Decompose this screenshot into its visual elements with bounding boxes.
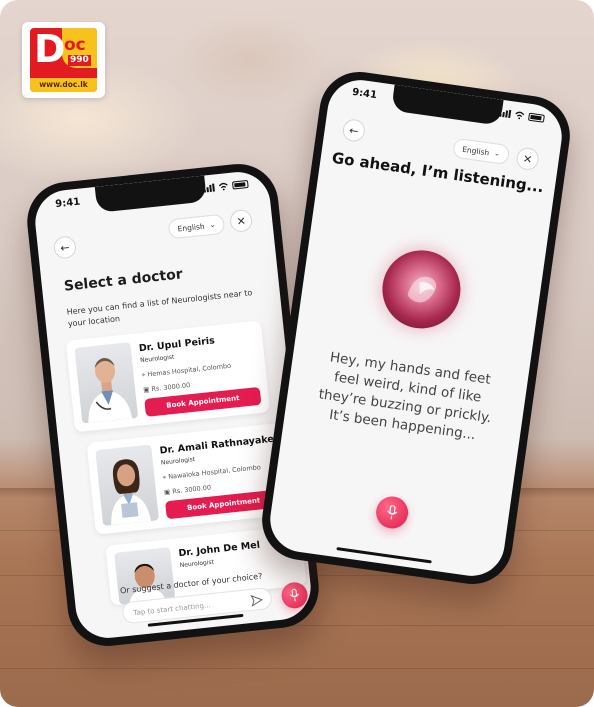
language-label: English <box>461 144 490 157</box>
status-icons <box>499 109 545 123</box>
doctor-name: Dr. Upul Peiris <box>138 335 216 355</box>
doctor-fee: ▣ Rs. 3000.00 <box>164 484 212 497</box>
doctor-photo <box>114 547 176 605</box>
doctor-fee: ▣ Rs. 3000.00 <box>143 381 191 394</box>
back-arrow-icon: ← <box>348 123 360 138</box>
chevron-down-icon: ⌄ <box>493 149 501 158</box>
mic-button[interactable] <box>280 581 309 610</box>
logo-url: www.doc.lk <box>30 78 97 92</box>
wifi-icon <box>515 111 525 120</box>
language-label: English <box>177 221 205 234</box>
battery-icon <box>527 112 545 123</box>
signal-icon <box>203 183 215 193</box>
signal-icon <box>499 109 512 119</box>
chat-placeholder: Tap to start chatting... <box>133 601 211 618</box>
left-phone-screen: 9:41 ← English ⌄ ✕ Select a doctor Here … <box>32 168 314 642</box>
status-time: 9:41 <box>54 196 81 211</box>
doctor-name: Dr. Amali Rathnayake <box>159 433 275 457</box>
voice-orb <box>377 245 466 334</box>
doctor-specialty: Neurologist <box>160 456 196 467</box>
battery-icon <box>231 179 249 190</box>
back-button[interactable]: ← <box>52 235 78 260</box>
mic-icon <box>387 505 398 520</box>
wood-grain <box>0 668 594 669</box>
doctor-photo <box>74 342 139 424</box>
language-selector[interactable]: English ⌄ <box>452 137 511 166</box>
doctor-card[interactable]: Dr. Upul Peiris Neurologist ⌖ Hemas Hosp… <box>65 320 271 433</box>
background-scene: D oc 990 www.doc.lk 9:41 ← English ⌄ ✕ S… <box>0 0 594 707</box>
doctor-avatar-icon <box>111 459 151 526</box>
right-phone-screen: 9:41 ← English ⌄ ✕ Go ahead, I’m listeni… <box>266 75 566 581</box>
home-indicator <box>336 547 432 564</box>
hospital-name: Hemas Hospital, Colombo <box>147 361 232 379</box>
money-icon: ▣ <box>142 385 150 395</box>
close-icon: ✕ <box>522 151 534 166</box>
money-icon: ▣ <box>163 487 171 497</box>
close-button[interactable]: ✕ <box>229 208 254 233</box>
location-pin-icon: ⌖ <box>162 473 167 482</box>
status-icons <box>203 179 249 193</box>
back-arrow-icon: ← <box>59 240 71 255</box>
doctor-card[interactable]: Dr. Amali Rathnayake Neurologist ⌖ Nawal… <box>86 422 292 535</box>
logo-letter: D <box>34 28 66 71</box>
fee-amount: Rs. 3000.00 <box>171 483 212 496</box>
doc990-logo: D oc 990 www.doc.lk <box>22 22 105 98</box>
logo-suffix: oc <box>64 35 86 55</box>
send-icon[interactable] <box>250 594 263 607</box>
logo-badge: D oc 990 www.doc.lk <box>30 28 97 92</box>
close-icon: ✕ <box>235 213 247 228</box>
voice-transcript: Hey, my hands and feet feel weird, kind … <box>317 349 493 444</box>
phone-notch <box>391 84 504 126</box>
location-pin-icon: ⌖ <box>141 370 146 380</box>
mic-icon <box>290 588 299 602</box>
doctor-location: ⌖ Hemas Hospital, Colombo <box>141 362 231 380</box>
doctor-photo <box>95 444 159 526</box>
phone-notch <box>94 175 207 213</box>
doctor-avatar-icon <box>88 357 133 423</box>
wifi-icon <box>218 182 228 191</box>
chevron-down-icon: ⌄ <box>209 220 216 230</box>
doctor-location: ⌖ Nawaloka Hospital, Colombo <box>162 463 261 482</box>
voice-waveform-icon <box>407 276 437 303</box>
back-button[interactable]: ← <box>341 118 367 143</box>
logo-number: 990 <box>68 55 91 66</box>
fee-amount: Rs. 3000.00 <box>151 381 191 394</box>
close-button[interactable]: ✕ <box>515 146 541 172</box>
status-time: 9:41 <box>351 86 378 102</box>
doctor-specialty: Neurologist <box>179 558 215 570</box>
mic-button[interactable] <box>374 494 411 531</box>
language-selector[interactable]: English ⌄ <box>167 213 226 240</box>
right-phone: 9:41 ← English ⌄ ✕ Go ahead, I’m listeni… <box>256 66 576 590</box>
doctor-avatar-icon <box>129 563 166 604</box>
page-title: Select a doctor <box>63 266 184 295</box>
hospital-name: Nawaloka Hospital, Colombo <box>167 463 262 481</box>
doctor-specialty: Neurologist <box>139 353 175 365</box>
doctor-name: Dr. John De Mel <box>178 539 261 560</box>
